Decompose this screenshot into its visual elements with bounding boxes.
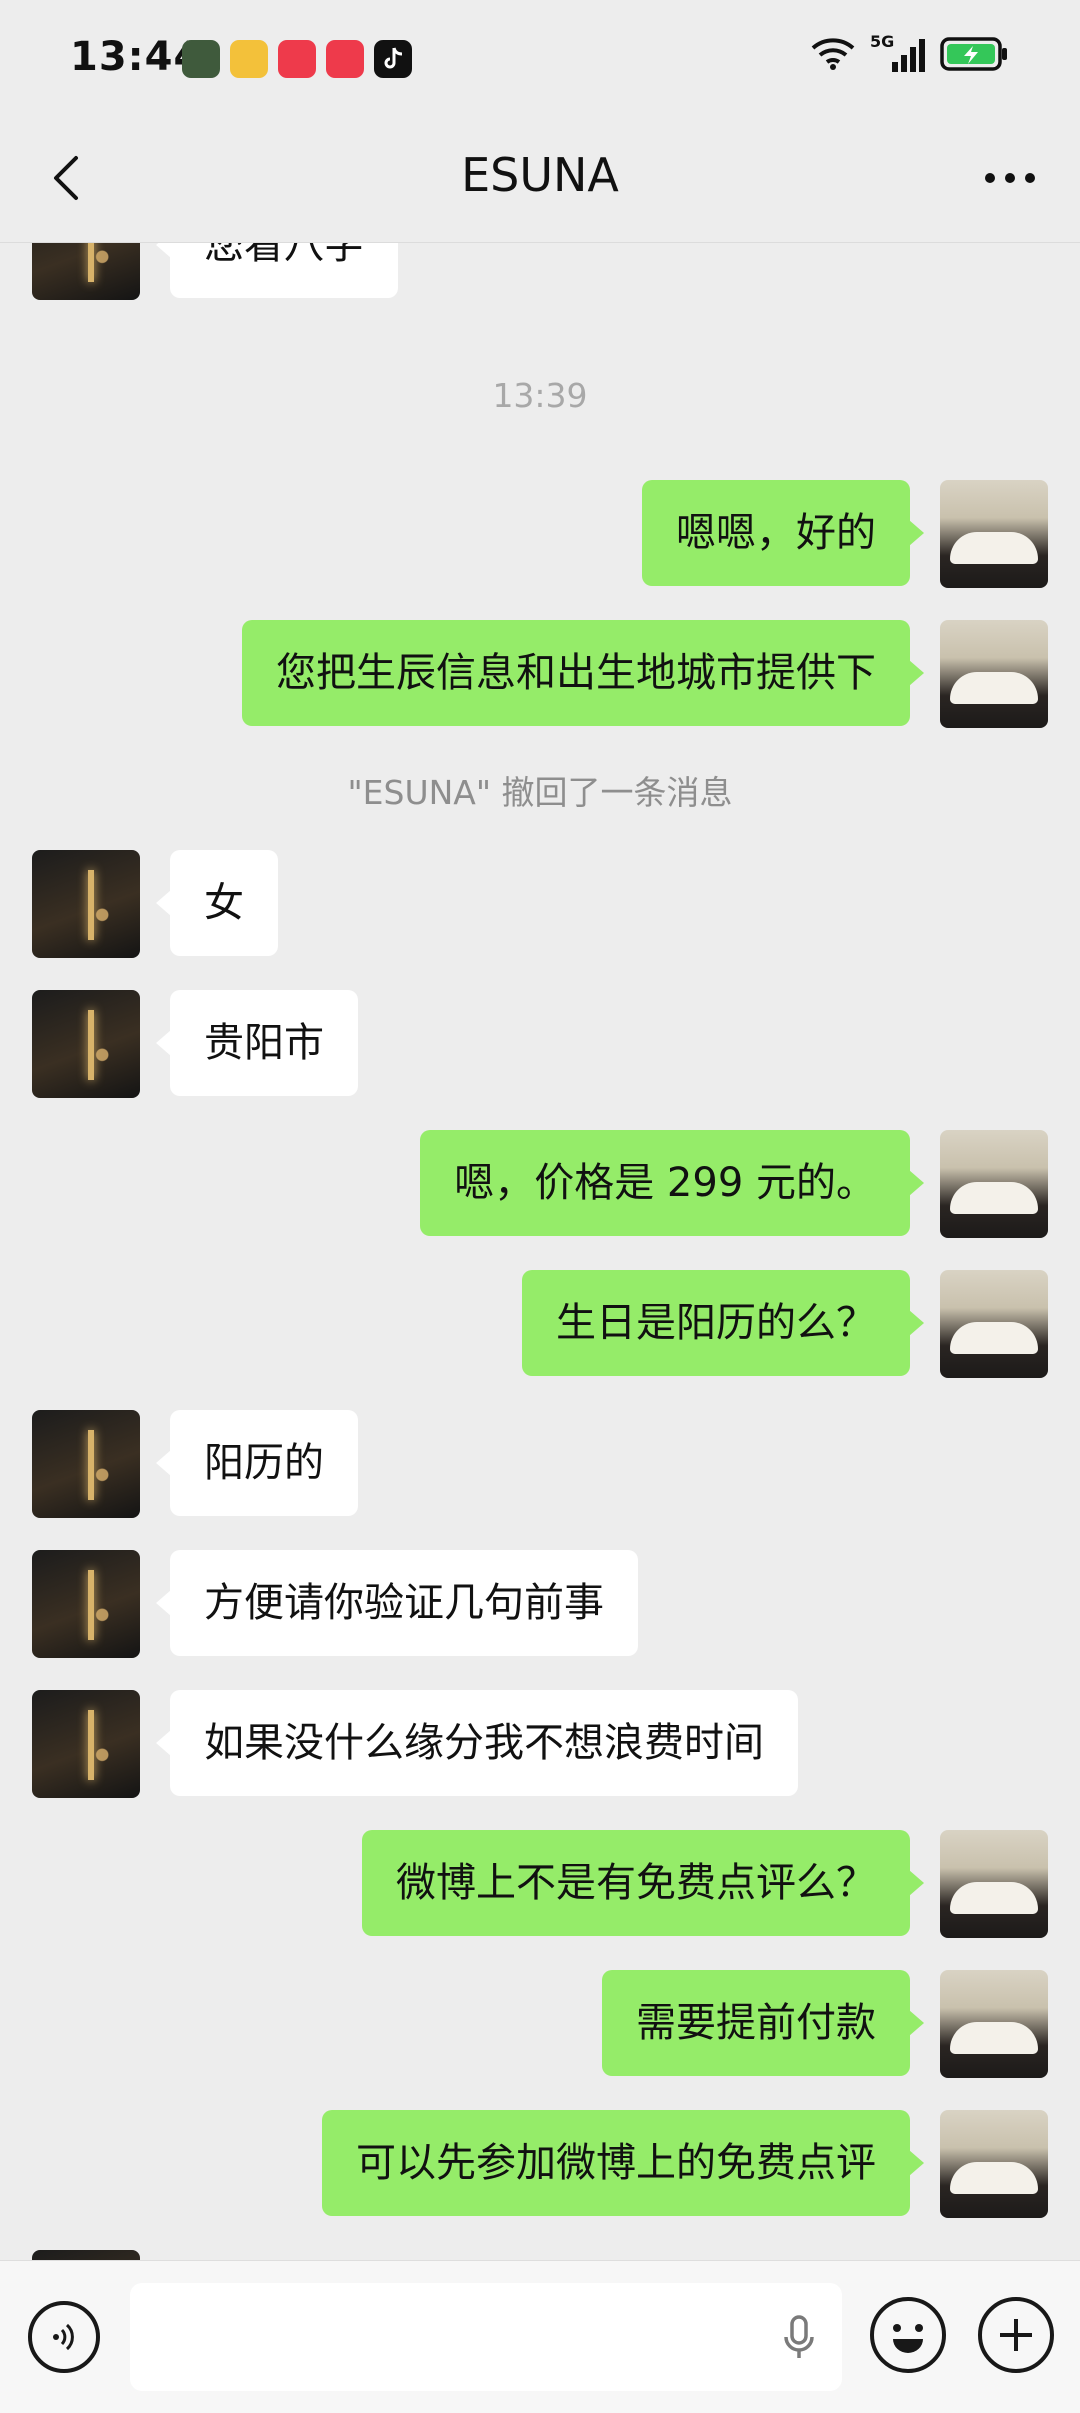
tiktok-icon	[374, 40, 412, 78]
xiaohongshu-icon	[326, 40, 364, 78]
contact-avatar[interactable]	[32, 850, 140, 958]
contact-avatar[interactable]	[32, 1550, 140, 1658]
my-avatar[interactable]	[940, 1830, 1048, 1938]
message-bubble[interactable]: 女	[156, 850, 278, 956]
signal-icon: 5G	[870, 32, 926, 76]
contact-avatar[interactable]	[32, 242, 140, 300]
message-bubble[interactable]: 如果没什么缘分我不想浪费时间	[156, 1690, 798, 1796]
microphone-icon[interactable]	[782, 2315, 816, 2365]
chat-header: ESUNA	[0, 120, 1080, 243]
smile-icon	[893, 2324, 923, 2353]
weibo-icon	[230, 40, 268, 78]
plus-icon	[1000, 2319, 1032, 2351]
message-bubble[interactable]: 嗯，价格是 299 元的。	[420, 1130, 924, 1236]
message-bubble[interactable]: 您把生辰信息和出生地城市提供下	[242, 620, 924, 726]
message-bubble[interactable]: 阳历的	[156, 1410, 358, 1516]
my-avatar[interactable]	[940, 480, 1048, 588]
more-dots-icon	[985, 173, 1035, 183]
message-bubble[interactable]: 您看八字	[156, 242, 398, 298]
message-input[interactable]	[130, 2283, 842, 2391]
status-indicators: 5G	[810, 32, 1010, 76]
recall-notice: "ESUNA" 撤回了一条消息	[347, 773, 733, 812]
battery-charging-icon	[940, 37, 1010, 75]
message-bubble[interactable]: 嗯嗯，好的	[642, 480, 924, 586]
contact-avatar[interactable]	[32, 1410, 140, 1518]
contact-avatar[interactable]	[32, 990, 140, 1098]
contact-avatar[interactable]	[32, 1690, 140, 1798]
my-avatar[interactable]	[940, 2110, 1048, 2218]
my-avatar[interactable]	[940, 1970, 1048, 2078]
voice-icon	[53, 2323, 74, 2351]
message-bubble[interactable]: 需要提前付款	[602, 1970, 924, 2076]
input-bar	[0, 2260, 1080, 2413]
message-bubble[interactable]: 可以先参加微博上的免费点评	[322, 2110, 924, 2216]
xiaohongshu-icon	[278, 40, 316, 78]
wifi-icon	[810, 37, 856, 75]
status-bar: 13:44 5G	[0, 0, 1080, 120]
my-avatar[interactable]	[940, 620, 1048, 728]
train-icon	[182, 40, 220, 78]
contact-avatar[interactable]	[32, 2250, 140, 2260]
message-bubble[interactable]: 方便请你验证几句前事	[156, 1550, 638, 1656]
chat-title: ESUNA	[461, 148, 619, 202]
my-avatar[interactable]	[940, 1130, 1048, 1238]
message-bubble[interactable]: 贵阳市	[156, 990, 358, 1096]
voice-mode-button[interactable]	[28, 2301, 100, 2373]
notification-icons	[182, 40, 412, 78]
message-bubble[interactable]: 生日是阳历的么？	[522, 1270, 924, 1376]
more-options-button[interactable]	[970, 148, 1050, 208]
message-bubble[interactable]: 微博上不是有免费点评么？	[362, 1830, 924, 1936]
emoji-button[interactable]	[870, 2297, 946, 2373]
timestamp: 13:39	[492, 376, 588, 415]
my-avatar[interactable]	[940, 1270, 1048, 1378]
message-list[interactable]: 您看八字 13:39 嗯嗯，好的 您把生辰信息和出生地城市提供下 "ESUNA"…	[0, 242, 1080, 2260]
more-functions-button[interactable]	[978, 2297, 1054, 2373]
